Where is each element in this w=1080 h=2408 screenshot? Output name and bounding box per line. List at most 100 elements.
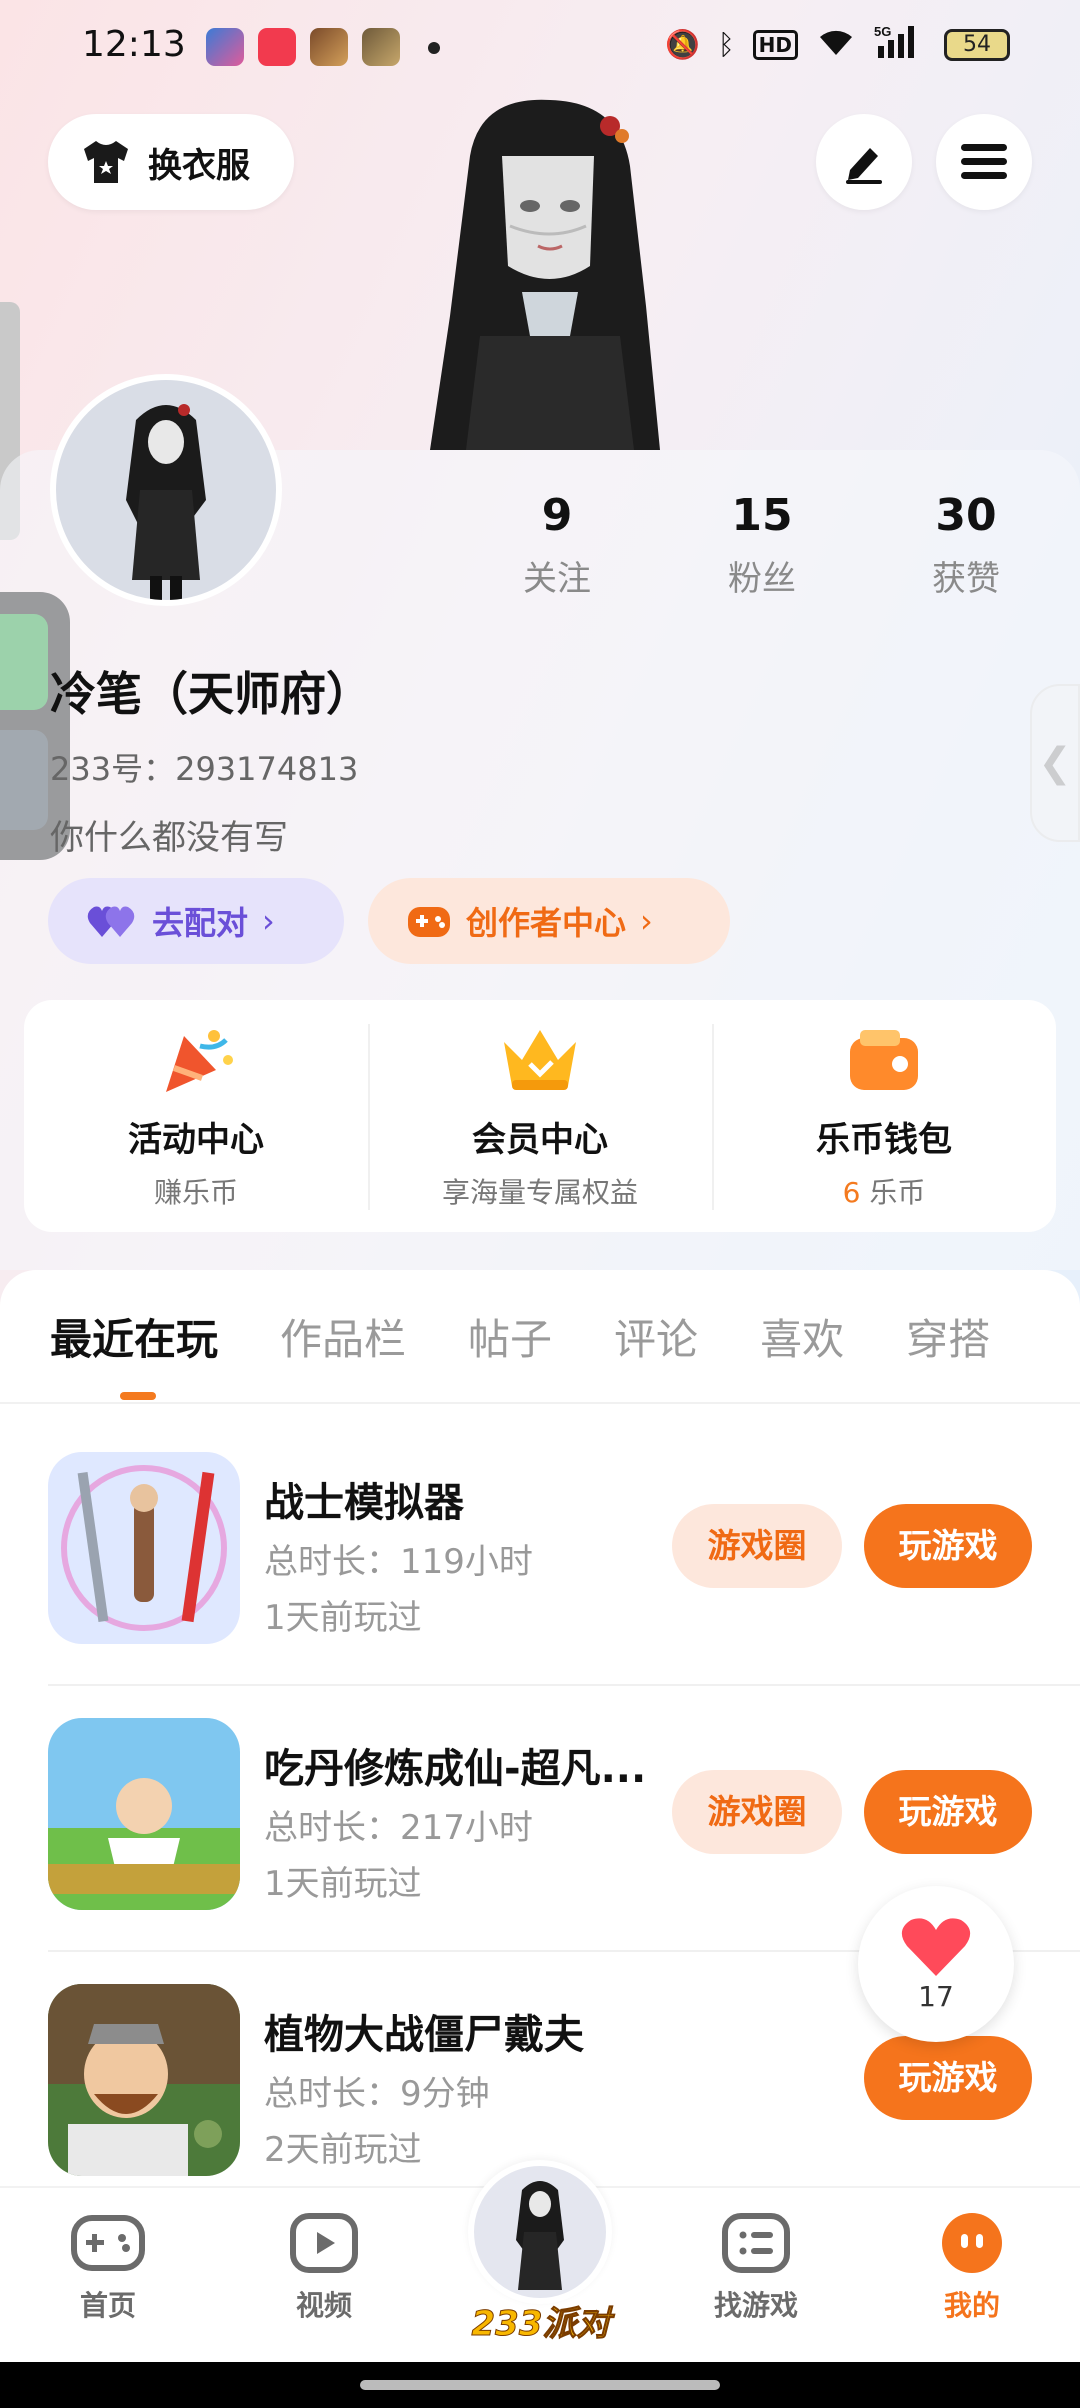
row-divider: [48, 1684, 1080, 1686]
tab-likes[interactable]: 喜欢: [760, 1306, 844, 1367]
change-outfit-label: 换衣服: [148, 145, 250, 186]
play-game-button[interactable]: 玩游戏: [864, 1504, 1032, 1588]
stat-followers[interactable]: 15 粉丝: [692, 490, 832, 600]
status-bar: 12:13 🔕 ᛒ HD 5G 54: [0, 0, 1080, 96]
network-type-label: 5G: [874, 24, 891, 39]
profile-name: 冷笔（天师府）: [50, 667, 372, 721]
activity-center-title: 活动中心: [128, 1120, 264, 1160]
activity-center-sub: 赚乐币: [153, 1176, 238, 1209]
pair-button[interactable]: 去配对 ›: [48, 878, 344, 964]
nav-video[interactable]: 视频: [254, 2212, 394, 2324]
game-icon-cultivation[interactable]: [48, 1718, 240, 1910]
game-icon-warrior[interactable]: [48, 1452, 240, 1644]
wallet-unit: 乐币: [869, 1176, 926, 1209]
game-duration: 总时长：9分钟: [264, 2074, 490, 2114]
tab-comments[interactable]: 评论: [614, 1306, 698, 1367]
stat-followers-value: 15: [731, 490, 793, 541]
member-center-sub: 享海量专属权益: [441, 1176, 638, 1209]
tab-works[interactable]: 作品栏: [280, 1306, 406, 1367]
wallet-sub: 6 乐币: [843, 1171, 926, 1211]
nav-profile-label: 我的: [943, 2289, 1000, 2322]
tab-posts[interactable]: 帖子: [468, 1306, 552, 1367]
profile-bio[interactable]: 你什么都没有写: [50, 810, 288, 859]
avatar[interactable]: [50, 374, 282, 606]
avatar-character-figure[interactable]: [410, 96, 680, 450]
game-app-icon-2: [362, 28, 400, 66]
change-outfit-button[interactable]: 换衣服: [48, 114, 294, 210]
game-row[interactable]: 战士模拟器 总时长：119小时 1天前玩过 游戏圈 玩游戏: [48, 1452, 1080, 1718]
stat-likes[interactable]: 30 获赞: [896, 490, 1036, 600]
hamburger-menu-icon: [961, 144, 1007, 179]
crown-icon: [504, 1030, 576, 1090]
nav-video-label: 视频: [295, 2289, 352, 2322]
creator-center-label: 创作者中心: [466, 904, 627, 942]
stat-followers-label: 粉丝: [728, 559, 796, 599]
mute-icon: 🔕: [664, 28, 700, 61]
video-play-icon: [290, 2213, 358, 2273]
game-last-played: 2天前玩过: [264, 2130, 422, 2170]
play-game-button[interactable]: 玩游戏: [864, 2036, 1032, 2120]
game-duration: 总时长：217小时: [264, 1808, 533, 1848]
game-last-played: 1天前玩过: [264, 1598, 422, 1638]
nav-find-games[interactable]: 找游戏: [686, 2212, 826, 2324]
stat-following-value: 9: [541, 490, 573, 541]
wallet-balance: 6: [842, 1176, 861, 1209]
game-circle-button[interactable]: 游戏圈: [672, 1770, 842, 1854]
edit-profile-button[interactable]: [816, 114, 912, 210]
gamepad-icon: [71, 2215, 145, 2271]
nav-home-label: 首页: [79, 2289, 136, 2322]
profile-face-icon: [942, 2213, 1002, 2273]
game-name: 植物大战僵尸戴夫: [264, 2012, 584, 2058]
chevron-right-icon: ›: [640, 902, 653, 940]
stat-likes-label: 获赞: [932, 559, 1000, 599]
creator-center-button[interactable]: 创作者中心 ›: [368, 878, 730, 964]
app-notification-icon: [206, 28, 244, 66]
pair-label: 去配对: [152, 904, 249, 942]
like-count: 17: [918, 1979, 954, 2013]
activity-center-item[interactable]: 活动中心 赚乐币: [24, 1000, 368, 1232]
pen-icon: [846, 148, 882, 184]
game-name: 吃丹修炼成仙-超凡...: [264, 1746, 647, 1792]
party-popper-icon: [166, 1030, 233, 1092]
profile-id[interactable]: 233号：293174813: [50, 744, 358, 790]
menu-button[interactable]: [936, 114, 1032, 210]
stat-following[interactable]: 9 关注: [487, 490, 627, 600]
double-heart-icon: [87, 906, 135, 937]
wifi-icon: [816, 25, 856, 64]
member-center-item[interactable]: 会员中心 享海量专属权益: [368, 1000, 712, 1232]
avatar-image: [126, 404, 206, 600]
home-indicator[interactable]: [360, 2380, 720, 2390]
signal-icon: 5G: [874, 24, 926, 65]
wallet-item[interactable]: 乐币钱包 6 乐币: [712, 1000, 1056, 1232]
gamepad-plus-icon: [408, 907, 450, 937]
tshirt-icon: [84, 141, 128, 183]
status-icons: 🔕 ᛒ HD 5G 54: [665, 24, 1010, 65]
wallet-icon: [850, 1030, 918, 1090]
play-game-button[interactable]: 玩游戏: [864, 1770, 1032, 1854]
service-grid: 活动中心 赚乐币 会员中心 享海量专属权益 乐币钱包 6 乐币: [24, 1000, 1056, 1232]
hd-icon: HD: [752, 29, 798, 60]
more-notifications-dot: [428, 42, 440, 54]
tab-recent-played[interactable]: 最近在玩: [50, 1306, 218, 1367]
nav-party-avatar[interactable]: [468, 2160, 612, 2304]
avatar-party-icon: [516, 2181, 564, 2290]
like-floating-button[interactable]: 17: [858, 1886, 1014, 2042]
nav-home[interactable]: 首页: [38, 2212, 178, 2324]
nav-party-label[interactable]: 233派对: [466, 2296, 616, 2345]
tabs-divider: [0, 1402, 1080, 1404]
music-app-icon: [258, 28, 296, 66]
chevron-right-icon: ›: [262, 902, 275, 940]
stat-likes-value: 30: [935, 490, 997, 541]
game-app-icon: [310, 28, 348, 66]
list-icon: [722, 2213, 790, 2273]
game-last-played: 1天前玩过: [264, 1864, 422, 1904]
battery-level: 54: [963, 31, 991, 57]
game-name: 战士模拟器: [264, 1480, 464, 1526]
game-icon-pvz-dave[interactable]: [48, 1984, 240, 2176]
game-duration: 总时长：119小时: [264, 1542, 533, 1582]
game-circle-button[interactable]: 游戏圈: [672, 1504, 842, 1588]
profile-tabs: 最近在玩 作品栏 帖子 评论 喜欢 穿搭: [50, 1306, 1052, 1367]
nav-profile[interactable]: 我的: [902, 2212, 1042, 2324]
active-tab-indicator: [120, 1392, 156, 1400]
tab-outfits[interactable]: 穿搭: [906, 1306, 990, 1367]
